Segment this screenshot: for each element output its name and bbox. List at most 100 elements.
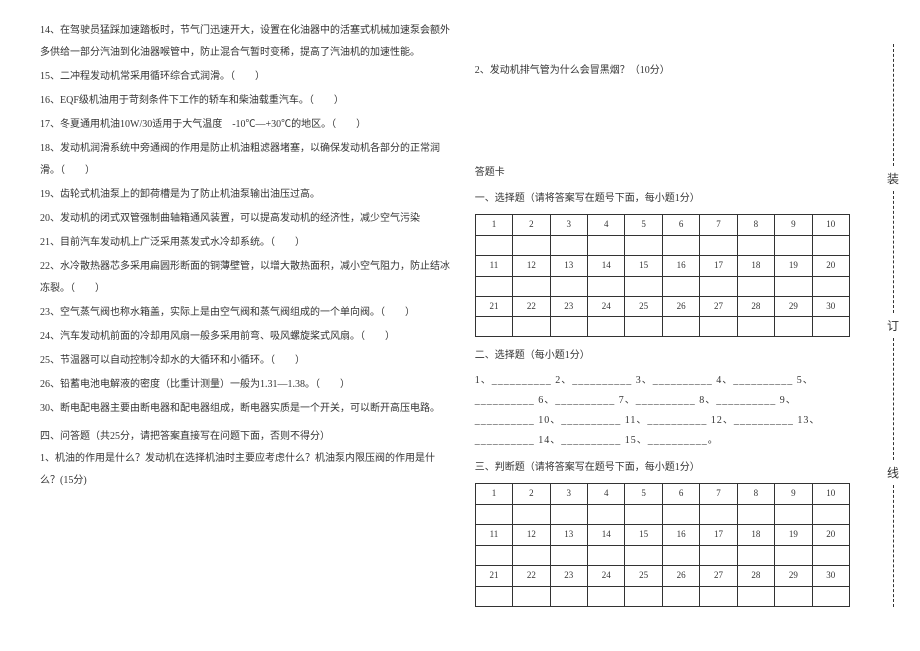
cell-num: 10 bbox=[812, 484, 849, 505]
cell-num: 13 bbox=[550, 525, 587, 546]
cell-num: 4 bbox=[588, 484, 625, 505]
cell-num: 29 bbox=[775, 565, 812, 586]
cell-num: 5 bbox=[625, 215, 662, 236]
cell-num: 25 bbox=[625, 296, 662, 317]
table-row: 21 22 23 24 25 26 27 28 29 30 bbox=[475, 565, 849, 586]
table-row: 21 22 23 24 25 26 27 28 29 30 bbox=[475, 296, 849, 317]
question-22: 22、水冷散热器芯多采用扁圆形断面的铜薄壁管，以增大散热面积，减小空气阻力，防止… bbox=[40, 256, 455, 300]
cell-num: 26 bbox=[662, 296, 699, 317]
cell-num: 7 bbox=[700, 484, 737, 505]
cell-num: 7 bbox=[700, 215, 737, 236]
cell-num: 25 bbox=[625, 565, 662, 586]
question-15: 15、二冲程发动机常采用循环综合式润滑。（ ） bbox=[40, 66, 455, 88]
question-24: 24、汽车发动机前面的冷却用风扇一般多采用前弯、吸风螺旋桨式风扇。（ ） bbox=[40, 326, 455, 348]
cell-num: 19 bbox=[775, 255, 812, 276]
exam-page: 14、在驾驶员猛踩加速踏板时，节气门迅速开大，设置在化油器中的活塞式机械加速泵会… bbox=[0, 0, 870, 651]
cell-num: 28 bbox=[737, 565, 774, 586]
fill-blanks: 1、__________ 2、__________ 3、__________ 4… bbox=[475, 371, 850, 451]
cell-num: 6 bbox=[662, 484, 699, 505]
cell-num: 24 bbox=[588, 296, 625, 317]
cell-num: 30 bbox=[812, 565, 849, 586]
cell-num: 8 bbox=[737, 215, 774, 236]
cell-num: 21 bbox=[475, 565, 512, 586]
essay-question-1: 1、机油的作用是什么？发动机在选择机油时主要应考虑什么？机油泵内限压阀的作用是什… bbox=[40, 448, 455, 492]
cell-num: 1 bbox=[475, 215, 512, 236]
judge-answer-table: 1 2 3 4 5 6 7 8 9 10 11 12 13 14 15 16 1… bbox=[475, 483, 850, 606]
cell-num: 2 bbox=[513, 215, 550, 236]
cell-num: 5 bbox=[625, 484, 662, 505]
cell-num: 29 bbox=[775, 296, 812, 317]
cell-num: 23 bbox=[550, 296, 587, 317]
question-23: 23、空气蒸气阀也称水箱盖，实际上是由空气阀和蒸气阀组成的一个单向阀。（ ） bbox=[40, 302, 455, 324]
cell-num: 20 bbox=[812, 525, 849, 546]
cell-num: 14 bbox=[588, 255, 625, 276]
cell-num: 12 bbox=[513, 525, 550, 546]
dash-icon bbox=[893, 191, 894, 313]
section-3-judge-title: 三、判断题（请将答案写在题号下面，每小题1分） bbox=[475, 457, 850, 479]
table-row bbox=[475, 276, 849, 296]
cell-num: 27 bbox=[700, 565, 737, 586]
dash-icon bbox=[893, 338, 894, 460]
cell-num: 3 bbox=[550, 484, 587, 505]
cell-num: 23 bbox=[550, 565, 587, 586]
table-row bbox=[475, 235, 849, 255]
table-row: 1 2 3 4 5 6 7 8 9 10 bbox=[475, 484, 849, 505]
cell-num: 22 bbox=[513, 565, 550, 586]
section-1-choice-title: 一、选择题（请将答案写在题号下面，每小题1分） bbox=[475, 188, 850, 210]
essay-question-2: 2、发动机排气管为什么会冒黑烟？（10分） bbox=[475, 60, 850, 82]
cell-num: 28 bbox=[737, 296, 774, 317]
table-row bbox=[475, 545, 849, 565]
binding-char-2: 订 bbox=[887, 317, 899, 334]
cell-num: 2 bbox=[513, 484, 550, 505]
cell-num: 17 bbox=[700, 525, 737, 546]
question-20: 20、发动机的闭式双管强制曲轴箱通风装置，可以提高发动机的经济性，减少空气污染 bbox=[40, 208, 455, 230]
cell-num: 9 bbox=[775, 215, 812, 236]
cell-num: 22 bbox=[513, 296, 550, 317]
left-column: 14、在驾驶员猛踩加速踏板时，节气门迅速开大，设置在化油器中的活塞式机械加速泵会… bbox=[30, 20, 465, 641]
question-21: 21、目前汽车发动机上广泛采用蒸发式水冷却系统。（ ） bbox=[40, 232, 455, 254]
cell-num: 14 bbox=[588, 525, 625, 546]
cell-num: 21 bbox=[475, 296, 512, 317]
section-2-fill-title: 二、选择题（每小题1分） bbox=[475, 345, 850, 367]
question-25: 25、节温器可以自动控制冷却水的大循环和小循环。（ ） bbox=[40, 350, 455, 372]
cell-num: 16 bbox=[662, 525, 699, 546]
question-26: 26、铅蓄电池电解液的密度（比重计测量）一般为1.31—1.38。（ ） bbox=[40, 374, 455, 396]
cell-num: 17 bbox=[700, 255, 737, 276]
question-17: 17、冬夏通用机油10W/30适用于大气温度 -10℃—+30℃的地区。（ ） bbox=[40, 114, 455, 136]
cell-num: 12 bbox=[513, 255, 550, 276]
cell-num: 13 bbox=[550, 255, 587, 276]
cell-num: 20 bbox=[812, 255, 849, 276]
cell-num: 24 bbox=[588, 565, 625, 586]
cell-num: 16 bbox=[662, 255, 699, 276]
answer-card-title: 答题卡 bbox=[475, 162, 850, 184]
table-row bbox=[475, 505, 849, 525]
cell-num: 11 bbox=[475, 255, 512, 276]
binding-char-1: 装 bbox=[887, 170, 899, 187]
cell-num: 26 bbox=[662, 565, 699, 586]
cell-num: 8 bbox=[737, 484, 774, 505]
choice-answer-table: 1 2 3 4 5 6 7 8 9 10 11 12 13 14 15 16 1… bbox=[475, 214, 850, 337]
cell-num: 11 bbox=[475, 525, 512, 546]
cell-num: 4 bbox=[588, 215, 625, 236]
right-column: 2、发动机排气管为什么会冒黑烟？（10分） 答题卡 一、选择题（请将答案写在题号… bbox=[465, 20, 860, 641]
table-row: 11 12 13 14 15 16 17 18 19 20 bbox=[475, 255, 849, 276]
cell-num: 18 bbox=[737, 525, 774, 546]
question-16: 16、EQF级机油用于苛刻条件下工作的轿车和柴油载重汽车。（ ） bbox=[40, 90, 455, 112]
cell-num: 10 bbox=[812, 215, 849, 236]
table-row: 11 12 13 14 15 16 17 18 19 20 bbox=[475, 525, 849, 546]
cell-num: 15 bbox=[625, 255, 662, 276]
cell-num: 6 bbox=[662, 215, 699, 236]
cell-num: 18 bbox=[737, 255, 774, 276]
cell-num: 1 bbox=[475, 484, 512, 505]
question-14: 14、在驾驶员猛踩加速踏板时，节气门迅速开大，设置在化油器中的活塞式机械加速泵会… bbox=[40, 20, 455, 64]
table-row bbox=[475, 586, 849, 606]
table-row: 1 2 3 4 5 6 7 8 9 10 bbox=[475, 215, 849, 236]
cell-num: 19 bbox=[775, 525, 812, 546]
cell-num: 9 bbox=[775, 484, 812, 505]
dash-icon bbox=[893, 485, 894, 607]
table-row bbox=[475, 317, 849, 337]
cell-num: 27 bbox=[700, 296, 737, 317]
question-30: 30、断电配电器主要由断电器和配电器组成，断电器实质是一个开关，可以断开高压电路… bbox=[40, 398, 455, 420]
cell-num: 30 bbox=[812, 296, 849, 317]
cell-num: 3 bbox=[550, 215, 587, 236]
